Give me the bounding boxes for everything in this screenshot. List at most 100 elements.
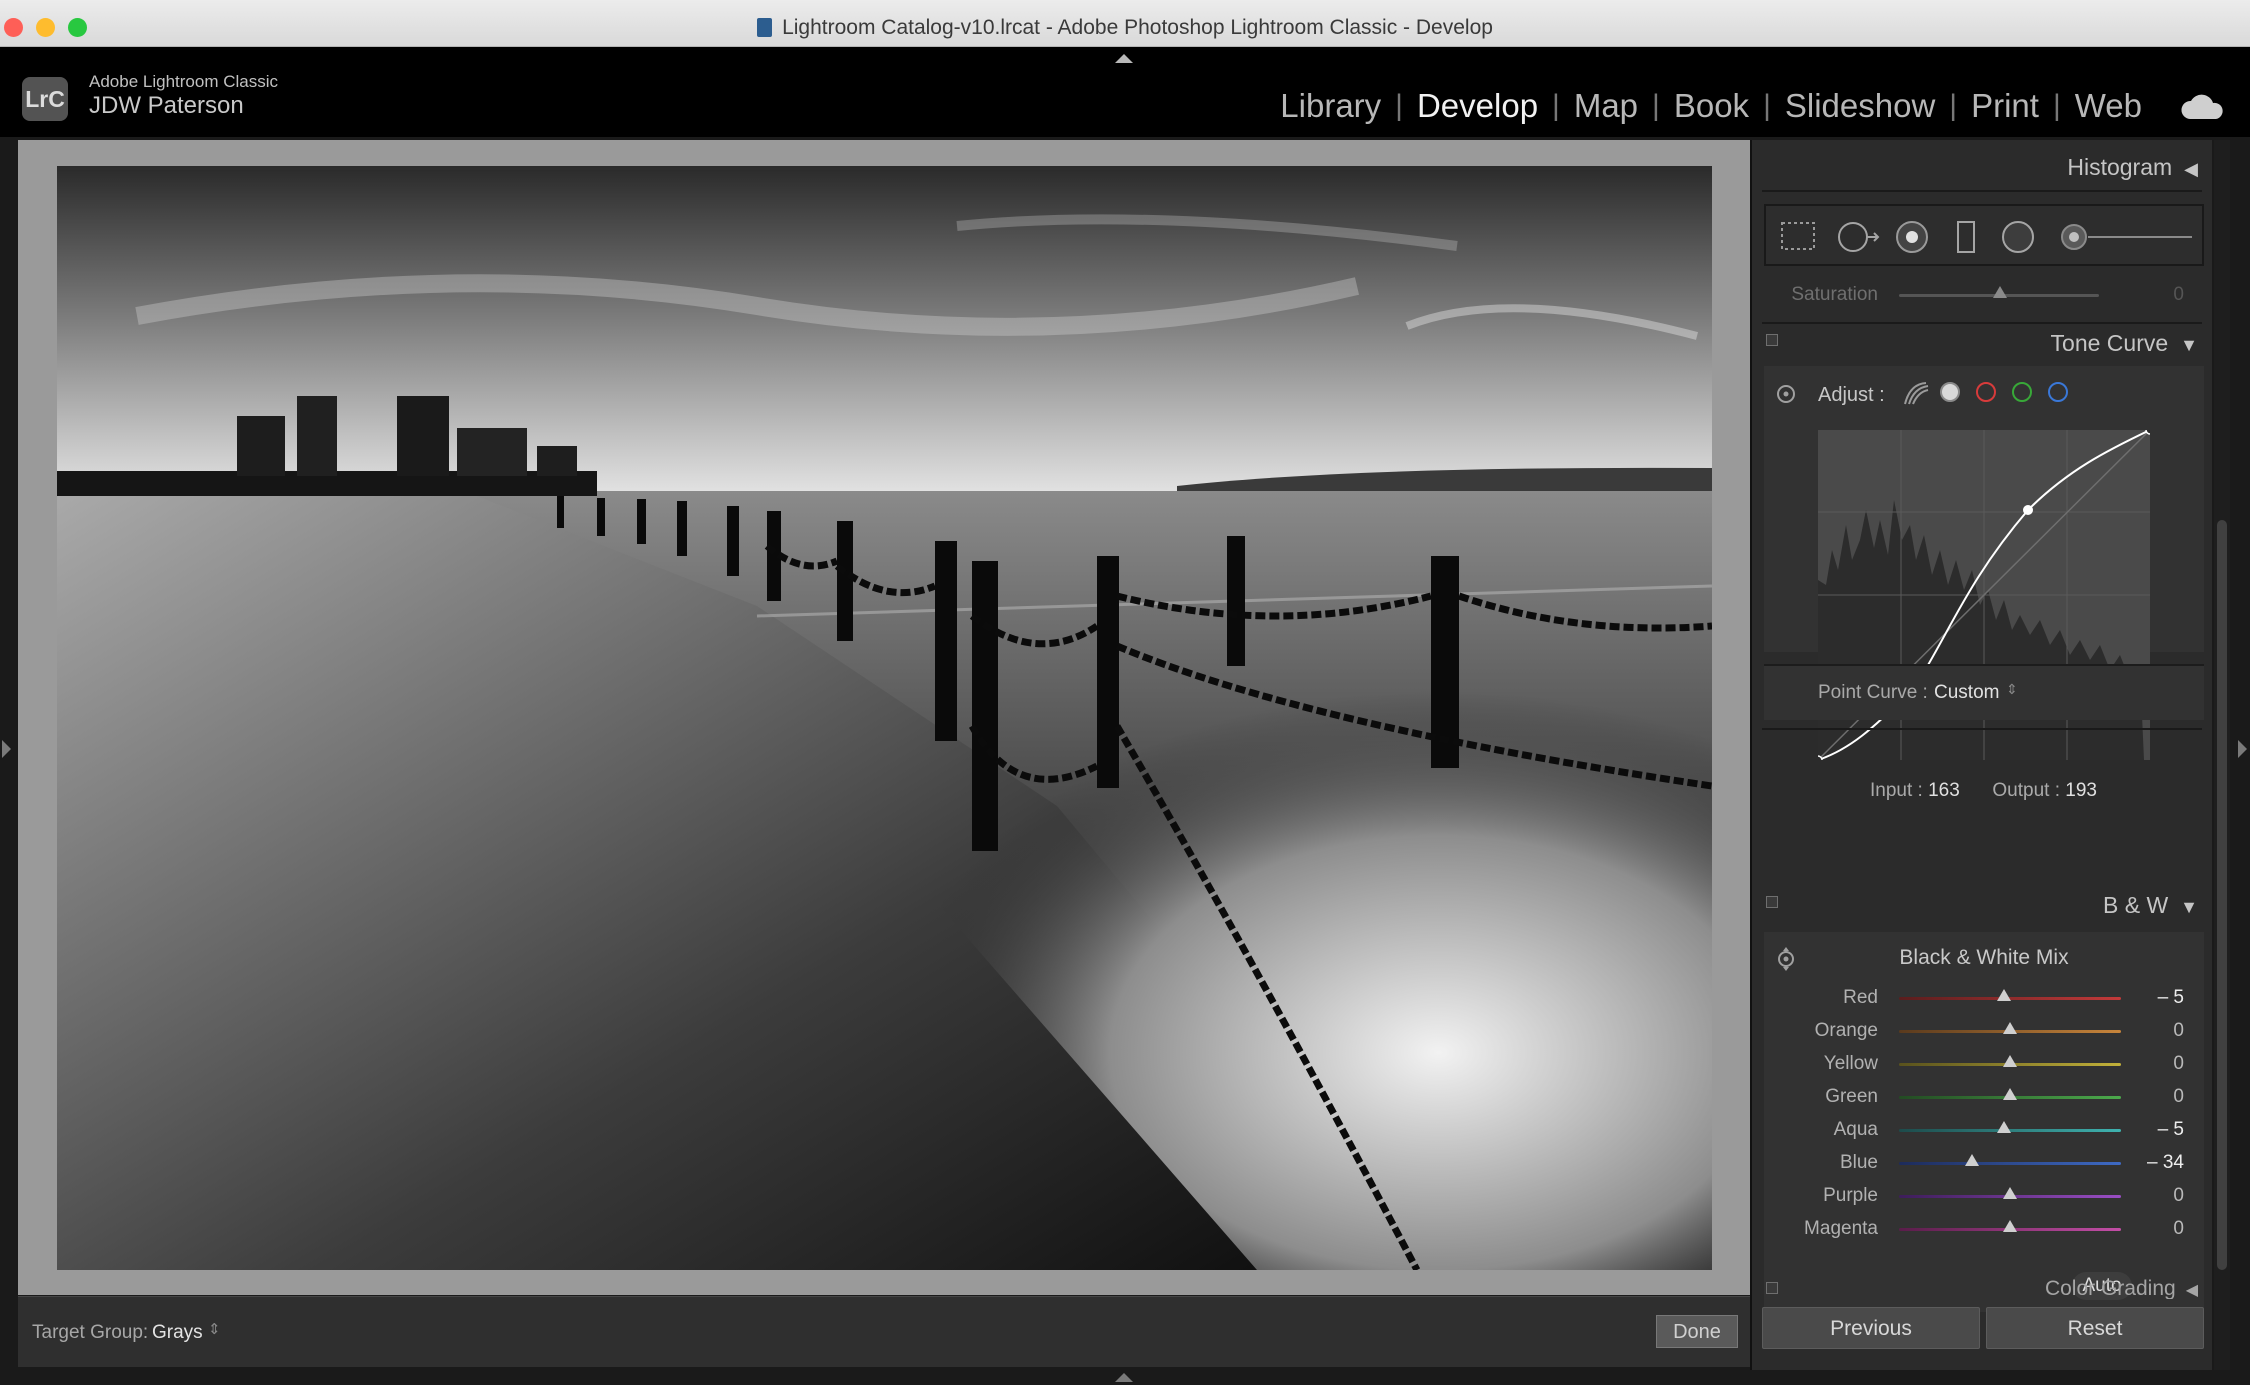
bw-slider-aqua: Aqua – 5 (1764, 1117, 2204, 1147)
slider-value[interactable]: 0 (2173, 1053, 2184, 1075)
bw-slider-orange: Orange 0 (1764, 1018, 2204, 1048)
select-arrows-icon[interactable]: ⇕ (208, 1320, 221, 1338)
right-panel: Histogram ◀ Saturation 0 Tone Curve ▼ Ad… (1750, 140, 2212, 1370)
module-map[interactable]: Map (1566, 87, 1646, 125)
target-adjust-icon[interactable] (1776, 384, 1796, 404)
color-grading-switch[interactable] (1766, 1282, 1778, 1294)
saturation-thumb[interactable] (1993, 286, 2007, 298)
point-curve-select[interactable]: Custom (1934, 682, 1999, 704)
tone-curve-header[interactable]: Tone Curve ▼ (2051, 330, 2198, 357)
slider-label: Magenta (1804, 1218, 1878, 1239)
photo-preview[interactable] (57, 166, 1712, 1270)
slider-value[interactable]: 0 (2173, 1185, 2184, 1207)
module-develop[interactable]: Develop (1409, 87, 1546, 125)
right-panel-toggle-icon[interactable] (2238, 740, 2247, 758)
divider (1762, 728, 2202, 730)
slider-label: Green (1825, 1086, 1878, 1107)
bw-switch[interactable] (1766, 896, 1778, 908)
slider-value[interactable]: 0 (2173, 1218, 2184, 1240)
tone-curve-title: Tone Curve (2050, 330, 2169, 356)
blue-channel-icon[interactable] (2048, 382, 2068, 402)
slider-thumb[interactable] (1965, 1154, 1980, 1166)
module-library[interactable]: Library (1272, 87, 1389, 125)
point-curve-label: Point Curve : (1818, 682, 1928, 703)
saturation-label: Saturation (1791, 284, 1878, 305)
tool-strip (1764, 204, 2204, 266)
point-curve-icon[interactable] (1940, 382, 1960, 402)
radial-filter-icon[interactable] (2000, 220, 2036, 254)
slider-label: Blue (1839, 1152, 1878, 1173)
crop-icon[interactable] (1780, 220, 1816, 252)
slider-label: Yellow (1823, 1053, 1878, 1074)
bw-header[interactable]: B & W ▼ (2103, 892, 2198, 919)
slider-label: Aqua (1833, 1119, 1878, 1140)
module-web[interactable]: Web (2067, 87, 2150, 125)
collapse-down-icon[interactable]: ▼ (2180, 897, 2198, 918)
divider (1762, 190, 2202, 192)
brush-icon[interactable] (2060, 220, 2196, 254)
slider-label: Purple (1823, 1185, 1878, 1206)
bw-slider-blue: Blue – 34 (1764, 1150, 2204, 1180)
collapse-left-icon[interactable]: ◀ (2186, 1282, 2198, 1299)
module-separator: | (1552, 89, 1560, 122)
done-button[interactable]: Done (1656, 1315, 1738, 1348)
left-panel-toggle-icon[interactable] (2, 740, 11, 758)
module-print[interactable]: Print (1963, 87, 2047, 125)
select-arrows-icon[interactable]: ⇕ (2006, 681, 2018, 698)
bw-slider-yellow: Yellow 0 (1764, 1051, 2204, 1081)
input-label: Input : (1870, 780, 1923, 801)
slider-track[interactable] (1899, 1162, 2121, 1165)
panel-scroll-thumb[interactable] (2217, 520, 2227, 1270)
spot-removal-icon[interactable] (1836, 220, 1880, 254)
bw-title: B & W (2103, 892, 2169, 918)
slider-thumb[interactable] (1997, 1121, 2012, 1133)
divider (1762, 322, 2202, 324)
collapse-left-icon[interactable]: ◀ (2184, 159, 2198, 180)
color-grading-title: Color Grading (2044, 1277, 2176, 1299)
graduated-filter-icon[interactable] (1954, 220, 1978, 254)
input-output-row: Input : 163 Output : 193 (1870, 780, 2097, 802)
top-panel-toggle-icon[interactable] (1115, 54, 1133, 63)
bw-mix-title: Black & White Mix (1899, 946, 2069, 969)
slider-value[interactable]: – 5 (2158, 1119, 2184, 1141)
slider-thumb[interactable] (2003, 1187, 2017, 1199)
module-picker: Library | Develop | Map | Book | Slideshow | … (1272, 87, 2150, 125)
slider-value[interactable]: 0 (2173, 1086, 2184, 1108)
module-separator: | (1763, 89, 1771, 122)
parametric-curve-icon[interactable] (1902, 380, 1930, 406)
slider-thumb[interactable] (2003, 1088, 2017, 1100)
module-book[interactable]: Book (1666, 87, 1757, 125)
previous-button[interactable]: Previous (1762, 1307, 1980, 1349)
slider-thumb[interactable] (1997, 989, 2012, 1001)
color-grading-header[interactable]: Color Grading ◀ (2045, 1277, 2198, 1299)
red-eye-icon[interactable] (1894, 220, 1930, 254)
slider-thumb[interactable] (2003, 1220, 2017, 1232)
filmstrip-toggle-icon[interactable] (1115, 1373, 1133, 1382)
window-titlebar: Lightroom Catalog-v10.lrcat - Adobe Phot… (0, 0, 2250, 47)
module-slideshow[interactable]: Slideshow (1777, 87, 1943, 125)
tone-curve-switch[interactable] (1766, 334, 1778, 346)
target-group-select[interactable]: Grays (152, 1322, 203, 1344)
slider-label: Orange (1814, 1020, 1878, 1041)
histogram-header[interactable]: Histogram ◀ (2067, 154, 2198, 181)
cloud-icon[interactable] (2180, 92, 2226, 122)
slider-value[interactable]: – 5 (2158, 987, 2184, 1009)
input-value: 163 (1928, 780, 1960, 801)
output-value: 193 (2065, 780, 2097, 801)
slider-value[interactable]: 0 (2173, 1020, 2184, 1042)
histogram-title: Histogram (2067, 154, 2173, 180)
red-channel-icon[interactable] (1976, 382, 1996, 402)
slider-thumb[interactable] (2003, 1022, 2017, 1034)
bw-mix-body: Black & White Mix Red – 5 Orange 0 Yellow 0 Gr… (1764, 932, 2204, 1312)
user-name: JDW Paterson (89, 92, 244, 119)
saturation-row: Saturation 0 (1764, 276, 2204, 316)
green-channel-icon[interactable] (2012, 382, 2032, 402)
saturation-value: 0 (2173, 284, 2184, 305)
module-separator: | (1652, 89, 1660, 122)
slider-thumb[interactable] (2003, 1055, 2017, 1067)
module-separator: | (2052, 89, 2061, 122)
reset-button[interactable]: Reset (1986, 1307, 2204, 1349)
slider-value[interactable]: – 34 (2147, 1152, 2184, 1174)
target-group-label: Target Group: (32, 1322, 149, 1343)
collapse-down-icon[interactable]: ▼ (2180, 335, 2198, 356)
